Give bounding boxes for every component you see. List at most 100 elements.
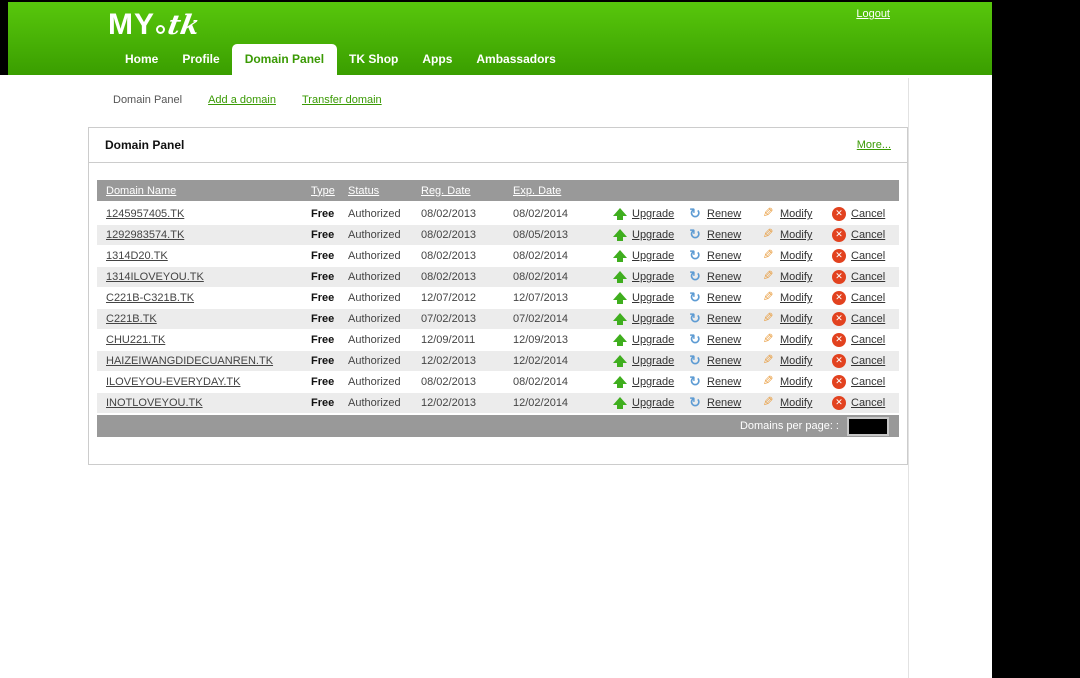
modify-icon[interactable]: ✎ (761, 249, 775, 263)
upgrade-link[interactable]: Upgrade (632, 397, 674, 409)
upgrade-icon[interactable] (613, 228, 627, 242)
upgrade-icon[interactable] (613, 396, 627, 410)
renew-link[interactable]: Renew (707, 229, 741, 241)
upgrade-icon[interactable] (613, 354, 627, 368)
domain-link[interactable]: C221B.TK (97, 313, 311, 325)
cancel-link[interactable]: Cancel (851, 292, 885, 304)
domain-link[interactable]: 1245957405.TK (97, 208, 311, 220)
logout-link[interactable]: Logout (856, 8, 890, 20)
renew-link[interactable]: Renew (707, 334, 741, 346)
modify-icon[interactable]: ✎ (761, 375, 775, 389)
modify-link[interactable]: Modify (780, 355, 812, 367)
domain-link[interactable]: 1314D20.TK (97, 250, 311, 262)
cancel-icon[interactable]: ✕ (832, 207, 846, 221)
cancel-icon[interactable]: ✕ (832, 396, 846, 410)
upgrade-link[interactable]: Upgrade (632, 229, 674, 241)
subnav-transfer-domain[interactable]: Transfer domain (302, 94, 382, 106)
modify-icon[interactable]: ✎ (761, 270, 775, 284)
renew-link[interactable]: Renew (707, 397, 741, 409)
cancel-icon[interactable]: ✕ (832, 333, 846, 347)
tab-apps[interactable]: Apps (410, 45, 464, 75)
upgrade-link[interactable]: Upgrade (632, 376, 674, 388)
modify-icon[interactable]: ✎ (761, 354, 775, 368)
modify-link[interactable]: Modify (780, 313, 812, 325)
tab-domain-panel[interactable]: Domain Panel (232, 44, 337, 75)
upgrade-icon[interactable] (613, 207, 627, 221)
renew-icon[interactable]: ↻ (688, 249, 702, 263)
cancel-link[interactable]: Cancel (851, 334, 885, 346)
cancel-icon[interactable]: ✕ (832, 228, 846, 242)
upgrade-link[interactable]: Upgrade (632, 271, 674, 283)
column-header-domain-name[interactable]: Domain Name (97, 185, 311, 197)
tab-tk-shop[interactable]: TK Shop (337, 45, 410, 75)
cancel-link[interactable]: Cancel (851, 313, 885, 325)
renew-icon[interactable]: ↻ (688, 291, 702, 305)
domain-link[interactable]: HAIZEIWANGDIDECUANREN.TK (97, 355, 311, 367)
tab-home[interactable]: Home (113, 45, 170, 75)
modify-icon[interactable]: ✎ (761, 291, 775, 305)
upgrade-link[interactable]: Upgrade (632, 355, 674, 367)
modify-link[interactable]: Modify (780, 229, 812, 241)
upgrade-link[interactable]: Upgrade (632, 292, 674, 304)
modify-icon[interactable]: ✎ (761, 333, 775, 347)
tab-ambassadors[interactable]: Ambassadors (464, 45, 567, 75)
cancel-icon[interactable]: ✕ (832, 270, 846, 284)
renew-icon[interactable]: ↻ (688, 312, 702, 326)
upgrade-link[interactable]: Upgrade (632, 334, 674, 346)
renew-link[interactable]: Renew (707, 208, 741, 220)
upgrade-icon[interactable] (613, 312, 627, 326)
upgrade-icon[interactable] (613, 375, 627, 389)
domain-link[interactable]: INOTLOVEYOU.TK (97, 397, 311, 409)
renew-icon[interactable]: ↻ (688, 270, 702, 284)
renew-icon[interactable]: ↻ (688, 396, 702, 410)
renew-icon[interactable]: ↻ (688, 333, 702, 347)
modify-link[interactable]: Modify (780, 334, 812, 346)
upgrade-link[interactable]: Upgrade (632, 313, 674, 325)
cancel-link[interactable]: Cancel (851, 355, 885, 367)
renew-link[interactable]: Renew (707, 271, 741, 283)
modify-link[interactable]: Modify (780, 271, 812, 283)
modify-link[interactable]: Modify (780, 292, 812, 304)
modify-link[interactable]: Modify (780, 397, 812, 409)
modify-link[interactable]: Modify (780, 376, 812, 388)
renew-link[interactable]: Renew (707, 313, 741, 325)
upgrade-link[interactable]: Upgrade (632, 250, 674, 262)
modify-icon[interactable]: ✎ (761, 396, 775, 410)
modify-link[interactable]: Modify (780, 250, 812, 262)
renew-link[interactable]: Renew (707, 355, 741, 367)
renew-icon[interactable]: ↻ (688, 354, 702, 368)
domain-link[interactable]: CHU221.TK (97, 334, 311, 346)
renew-icon[interactable]: ↻ (688, 207, 702, 221)
domain-link[interactable]: 1314ILOVEYOU.TK (97, 271, 311, 283)
cancel-icon[interactable]: ✕ (832, 291, 846, 305)
domain-link[interactable]: C221B-C321B.TK (97, 292, 311, 304)
renew-link[interactable]: Renew (707, 376, 741, 388)
renew-link[interactable]: Renew (707, 292, 741, 304)
cancel-icon[interactable]: ✕ (832, 312, 846, 326)
upgrade-icon[interactable] (613, 249, 627, 263)
modify-link[interactable]: Modify (780, 208, 812, 220)
upgrade-icon[interactable] (613, 270, 627, 284)
cancel-link[interactable]: Cancel (851, 271, 885, 283)
cancel-icon[interactable]: ✕ (832, 375, 846, 389)
cancel-link[interactable]: Cancel (851, 397, 885, 409)
upgrade-icon[interactable] (613, 291, 627, 305)
domains-per-page-select[interactable] (847, 417, 889, 436)
tab-profile[interactable]: Profile (170, 45, 231, 75)
cancel-icon[interactable]: ✕ (832, 354, 846, 368)
column-header-status[interactable]: Status (348, 185, 421, 197)
modify-icon[interactable]: ✎ (761, 207, 775, 221)
domain-link[interactable]: 1292983574.TK (97, 229, 311, 241)
renew-icon[interactable]: ↻ (688, 375, 702, 389)
column-header-type[interactable]: Type (311, 185, 348, 197)
column-header-reg-date[interactable]: Reg. Date (421, 185, 513, 197)
column-header-exp-date[interactable]: Exp. Date (513, 185, 613, 197)
cancel-link[interactable]: Cancel (851, 250, 885, 262)
more-link[interactable]: More... (857, 139, 891, 151)
upgrade-link[interactable]: Upgrade (632, 208, 674, 220)
upgrade-icon[interactable] (613, 333, 627, 347)
cancel-link[interactable]: Cancel (851, 376, 885, 388)
modify-icon[interactable]: ✎ (761, 312, 775, 326)
cancel-icon[interactable]: ✕ (832, 249, 846, 263)
cancel-link[interactable]: Cancel (851, 208, 885, 220)
